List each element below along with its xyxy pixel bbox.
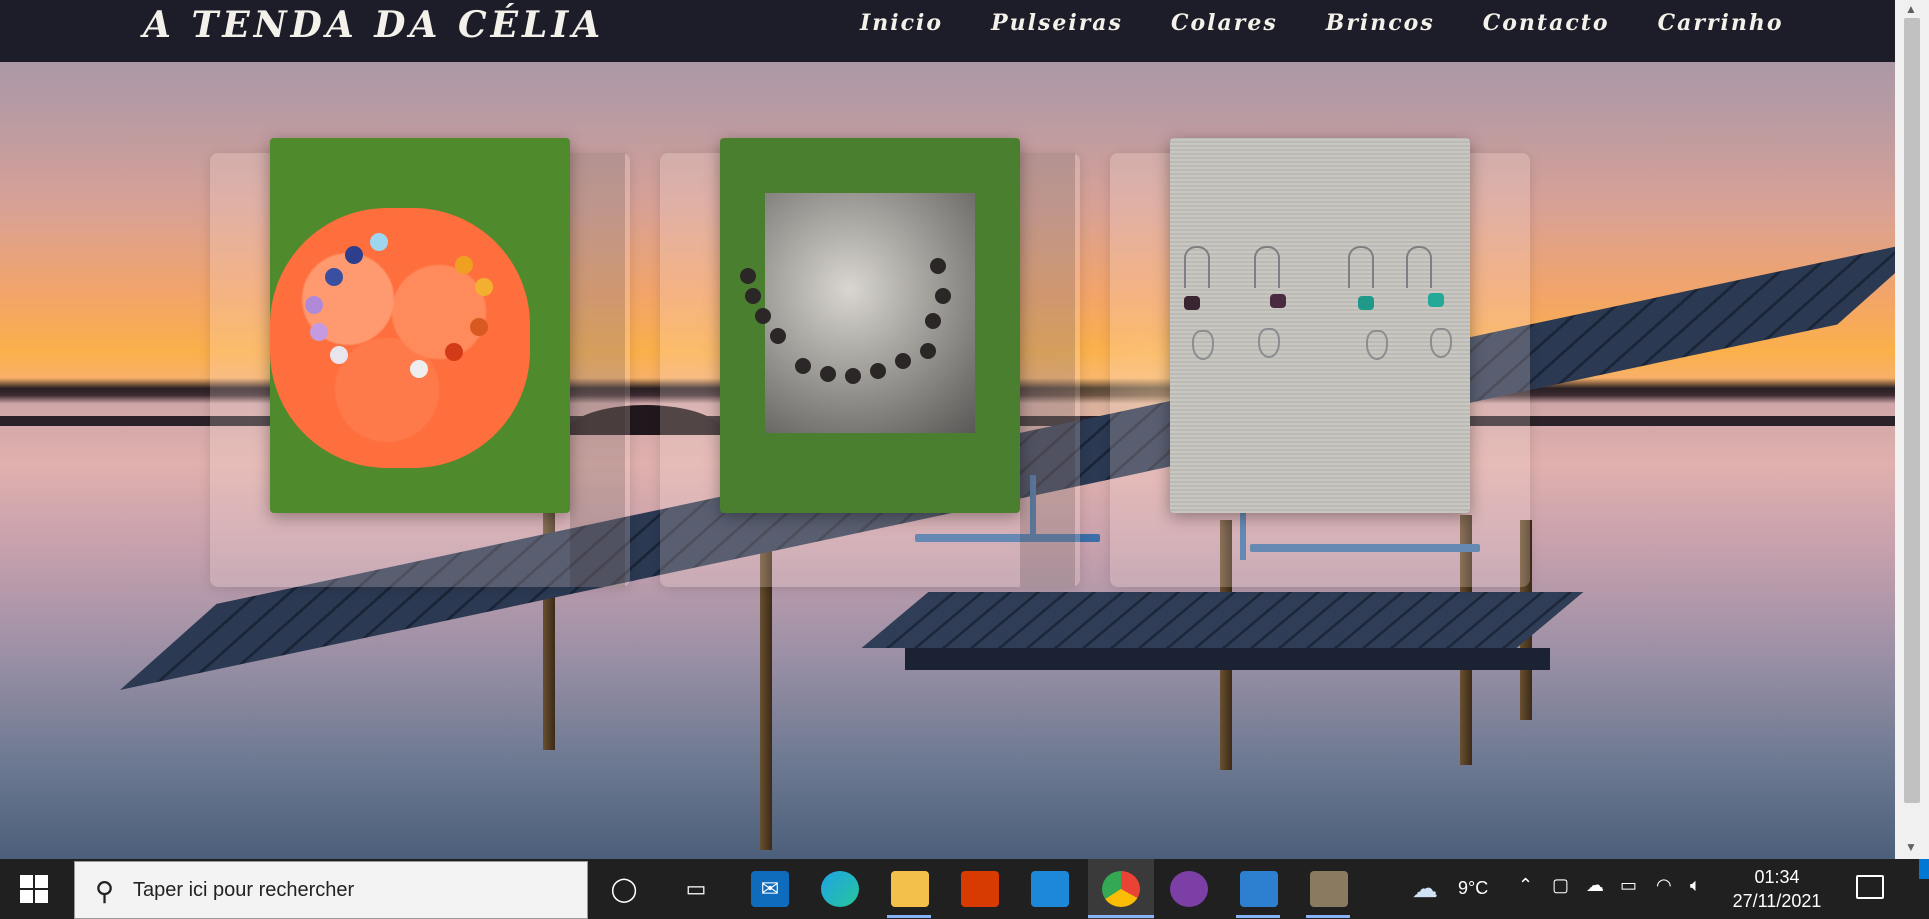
nav-pulseiras[interactable]: Pulseiras [991, 10, 1123, 36]
app-running-indicator [887, 915, 931, 918]
weather-temperature[interactable]: 9°C [1458, 878, 1488, 899]
file-explorer-icon[interactable] [891, 871, 929, 907]
earring-hook [1254, 246, 1280, 288]
clock-date: 27/11/2021 [1732, 891, 1822, 911]
windows-taskbar: ⚲ Taper ici pour rechercher ◯ ▭ ✉ ☁ 9°C … [0, 859, 1929, 919]
flower-bed [270, 208, 530, 468]
nav-brincos[interactable]: Brincos [1326, 10, 1435, 36]
volume-icon[interactable]: 🔈︎ [1690, 875, 1701, 896]
scroll-down-icon[interactable]: ▼ [1905, 840, 1917, 854]
show-desktop-button[interactable] [1919, 859, 1929, 879]
turquoise-stone [1428, 293, 1444, 307]
main-nav: Inicio Pulseiras Colares Brincos Contact… [860, 10, 1832, 36]
lava-bead [930, 258, 946, 274]
browser-page [0, 0, 1895, 859]
app-running-indicator [1236, 915, 1280, 918]
vertical-scrollbar[interactable]: ▲ ▼ [1895, 0, 1929, 859]
notification-center-icon[interactable] [1856, 875, 1884, 899]
lava-bead [895, 353, 911, 369]
site-brand[interactable]: A TENDA DA CÉLIA [143, 4, 604, 46]
show-hidden-icons-icon[interactable]: ⌃ [1518, 875, 1533, 896]
scrollbar-thumb[interactable] [1904, 18, 1920, 803]
github-desktop-icon[interactable] [1170, 871, 1208, 907]
leaf-charm [1366, 330, 1388, 360]
cortana-icon[interactable]: ◯ [605, 871, 643, 907]
bead [455, 256, 473, 274]
lava-bead [745, 288, 761, 304]
photos-icon[interactable] [1240, 871, 1278, 907]
dock-platform [861, 592, 1584, 648]
site-header: A TENDA DA CÉLIA Inicio Pulseiras Colare… [0, 0, 1895, 62]
leaf-charm [1430, 328, 1452, 358]
bead [470, 318, 488, 336]
weather-cloud-icon[interactable]: ☁ [1412, 873, 1438, 904]
clock-time: 01:34 [1754, 867, 1800, 887]
dock-edge [905, 648, 1550, 670]
lava-bead [845, 368, 861, 384]
turquoise-stone [1358, 296, 1374, 310]
bead [305, 296, 323, 314]
lava-bead [870, 363, 886, 379]
task-view-icon[interactable]: ▭ [677, 871, 715, 907]
bracelet-photo[interactable] [270, 138, 570, 513]
nav-inicio[interactable]: Inicio [860, 10, 943, 36]
system-clock[interactable]: 01:34 27/11/2021 [1732, 865, 1822, 913]
bead [370, 233, 388, 251]
earring-hook [1406, 246, 1432, 288]
amethyst-stone [1184, 296, 1200, 310]
mail-icon[interactable]: ✉ [751, 871, 789, 907]
bead [325, 268, 343, 286]
card-shadow [1020, 153, 1075, 587]
app-running-indicator [1088, 915, 1154, 918]
chrome-icon[interactable] [1102, 871, 1140, 907]
earring-hook [1184, 246, 1210, 288]
gimp-icon[interactable] [1310, 871, 1348, 907]
nav-carrinho[interactable]: Carrinho [1658, 10, 1784, 36]
lava-bead [920, 343, 936, 359]
vscode-icon[interactable] [1031, 871, 1069, 907]
lava-bead [770, 328, 786, 344]
nav-colares[interactable]: Colares [1171, 10, 1278, 36]
rock [765, 193, 975, 433]
nav-contacto[interactable]: Contacto [1483, 10, 1610, 36]
lava-bead [755, 308, 771, 324]
search-placeholder: Taper ici pour rechercher [133, 879, 355, 901]
lava-bead [820, 366, 836, 382]
edge-icon[interactable] [821, 871, 859, 907]
battery-icon[interactable]: ▭ [1620, 875, 1637, 896]
onedrive-icon[interactable]: ☁ [1586, 875, 1604, 896]
bead [475, 278, 493, 296]
bead [330, 346, 348, 364]
necklace-photo[interactable] [720, 138, 1020, 513]
earring-hook [1348, 246, 1374, 288]
card-shadow [570, 153, 625, 587]
clover-charm [1258, 328, 1280, 358]
search-icon: ⚲ [95, 876, 115, 906]
taskbar-search-box[interactable]: ⚲ Taper ici pour rechercher [74, 861, 588, 919]
bead [445, 343, 463, 361]
scroll-up-icon[interactable]: ▲ [1905, 2, 1917, 16]
bead [345, 246, 363, 264]
lava-bead [740, 268, 756, 284]
office-icon[interactable] [961, 871, 999, 907]
earrings-photo[interactable] [1170, 138, 1470, 513]
lava-bead [795, 358, 811, 374]
amethyst-stone [1270, 294, 1286, 308]
app-running-indicator [1306, 915, 1350, 918]
bead [410, 360, 428, 378]
bead [310, 323, 328, 341]
clover-charm [1192, 330, 1214, 360]
lava-bead [935, 288, 951, 304]
lava-bead [925, 313, 941, 329]
windows-start-icon[interactable] [20, 875, 48, 903]
wifi-icon[interactable]: ◠ [1656, 875, 1672, 896]
meet-now-icon[interactable]: ▢ [1552, 875, 1569, 896]
